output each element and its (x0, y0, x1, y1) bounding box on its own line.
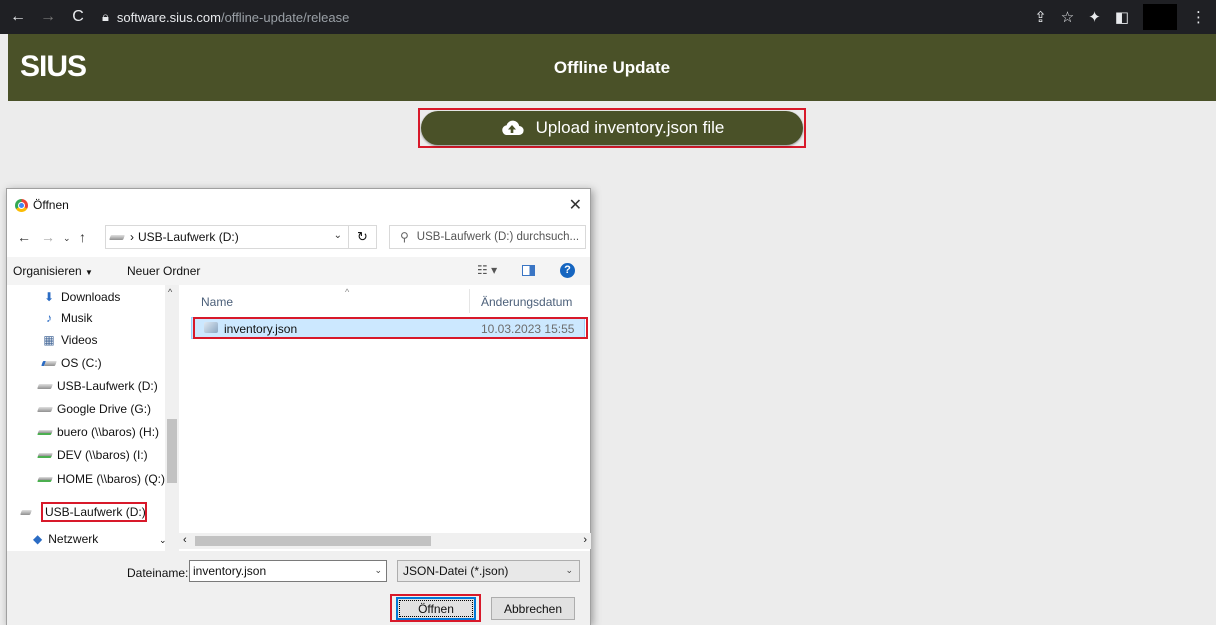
organize-menu[interactable]: Organisieren ▼ (13, 264, 93, 278)
chevron-down-icon[interactable]: ⌄ (334, 230, 342, 241)
reload-icon[interactable]: C (66, 5, 90, 29)
breadcrumb: USB-Laufwerk (D:) (138, 230, 239, 244)
url-path: /offline-update/release (220, 9, 350, 25)
avatar[interactable] (1143, 4, 1177, 30)
search-placeholder: USB-Laufwerk (D:) durchsuch... (416, 231, 580, 243)
preview-pane-icon[interactable] (522, 265, 535, 276)
page-title: Offline Update (553, 58, 671, 77)
file-row-highlight (193, 317, 588, 339)
sidebar-item-buero[interactable]: buero (\\baros) (H:) (37, 422, 159, 442)
dialog-footer: Dateiname: inventory.json ⌄ JSON-Datei (… (7, 551, 590, 625)
sidebar-item-downloads[interactable]: ⬇ Downloads (41, 287, 120, 307)
back-icon[interactable]: ← (17, 229, 31, 245)
filename-label: Dateiname: (127, 566, 189, 580)
filetype-select[interactable]: JSON-Datei (*.json) ⌄ (397, 560, 580, 582)
drive-icon (37, 403, 53, 415)
url-host: software.sius.com (116, 9, 221, 25)
chevron-down-icon[interactable]: ⌄ (565, 565, 573, 576)
menu-dots-icon[interactable]: ⋮ (1191, 8, 1206, 26)
sidebar-item-google-drive[interactable]: Google Drive (G:) (37, 399, 151, 419)
dialog-titlebar: Öffnen ✕ (7, 189, 590, 221)
extensions-puzzle-icon[interactable]: ✦ (1088, 8, 1101, 26)
network-drive-icon (37, 473, 53, 485)
column-name-header[interactable]: Name (201, 295, 233, 309)
search-input[interactable]: ⚲ USB-Laufwerk (D:) durchsuch... (389, 225, 586, 249)
side-panel-icon[interactable]: ◧ (1115, 8, 1129, 26)
upload-button-label: Upload inventory.json file (535, 118, 725, 137)
view-options-icon[interactable]: ☷ ▾ (477, 263, 497, 277)
forward-icon[interactable]: → (36, 5, 60, 29)
music-icon: ♪ (46, 311, 52, 325)
new-folder-button[interactable]: Neuer Ordner (127, 264, 200, 278)
selected-nav-highlight (41, 502, 147, 522)
sidebar-item-dev[interactable]: DEV (\\baros) (I:) (37, 445, 148, 465)
drive-icon (41, 357, 57, 369)
column-divider[interactable] (469, 289, 470, 313)
chevron-down-icon[interactable]: ⌄ (159, 535, 167, 546)
close-icon[interactable]: ✕ (569, 195, 582, 215)
upload-button[interactable]: Upload inventory.json file (421, 111, 803, 145)
scrollbar-thumb[interactable] (195, 536, 431, 546)
refresh-button[interactable]: ↻ (349, 225, 377, 249)
chevron-left-icon[interactable]: ‹ (183, 534, 187, 546)
scrollbar-thumb[interactable] (167, 419, 177, 483)
sidebar-item-netzwerk[interactable]: ◆ Netzwerk (33, 532, 98, 546)
sidebar-item-usb-d[interactable]: USB-Laufwerk (D:) (37, 376, 158, 396)
refresh-icon: ↻ (357, 229, 368, 244)
sidebar-item-videos[interactable]: ▦ Videos (41, 330, 97, 350)
forward-icon[interactable]: → (41, 229, 55, 245)
chevron-down-icon[interactable]: ⌄ (374, 565, 382, 576)
column-date-header[interactable]: Änderungsdatum (481, 295, 572, 309)
sidebar-item-os-c[interactable]: OS (C:) (41, 353, 102, 373)
breadcrumb-separator-icon: › (130, 230, 134, 244)
drive-icon (20, 509, 32, 515)
share-icon[interactable]: ⇪ (1034, 8, 1047, 26)
lock-icon: 🔒︎ (102, 9, 109, 24)
sidebar-item-musik[interactable]: ♪ Musik (41, 308, 92, 328)
folder-address-field[interactable]: › USB-Laufwerk (D:) ⌄ (105, 225, 349, 249)
filetype-value: JSON-Datei (*.json) (403, 564, 509, 578)
horizontal-scrollbar[interactable]: ‹ › (179, 533, 591, 549)
drive-icon (109, 234, 125, 240)
file-open-dialog: Öffnen ✕ ← → ⌄ ↑ › USB-Laufwerk (D:) ⌄ ↻… (6, 188, 591, 625)
app-header: SIUS Offline Update (8, 34, 1216, 101)
nav-scrollbar[interactable]: ^ (165, 285, 179, 557)
cloud-upload-icon (501, 120, 524, 136)
bookmark-star-icon[interactable]: ☆ (1061, 8, 1074, 26)
download-icon: ⬇ (43, 290, 55, 304)
chevron-up-icon[interactable]: ^ (168, 287, 172, 297)
network-drive-icon (37, 449, 53, 461)
dialog-title: Öffnen (33, 198, 69, 212)
sort-caret-icon: ^ (345, 287, 350, 297)
address-row: ← → ⌄ ↑ › USB-Laufwerk (D:) ⌄ ↻ ⚲ USB-La… (7, 221, 590, 253)
back-icon[interactable]: ← (6, 5, 30, 29)
address-bar[interactable]: 🔒︎ software.sius.com/offline-update/rele… (102, 5, 662, 29)
chevron-right-icon[interactable]: › (583, 534, 587, 546)
filename-field[interactable]: inventory.json ⌄ (189, 560, 387, 582)
dialog-toolbar: Organisieren ▼ Neuer Ordner ☷ ▾ ? (7, 257, 590, 285)
file-list-header: Name ^ Änderungsdatum (197, 287, 591, 313)
up-arrow-icon[interactable]: ↑ (79, 229, 86, 245)
cancel-button[interactable]: Abbrechen (491, 597, 575, 620)
search-icon: ⚲ (400, 230, 409, 244)
drive-icon (37, 380, 53, 392)
browser-toolbar: ← → C 🔒︎ software.sius.com/offline-updat… (0, 0, 1216, 34)
sidebar-item-home[interactable]: HOME (\\baros) (Q:) (37, 469, 165, 489)
network-icon: ◆ (33, 532, 43, 546)
network-drive-icon (37, 426, 53, 438)
filename-value: inventory.json (193, 564, 267, 578)
help-icon[interactable]: ? (560, 263, 575, 278)
open-button[interactable]: Öffnen (396, 597, 476, 620)
chrome-icon (15, 199, 28, 212)
chevron-down-icon[interactable]: ⌄ (63, 233, 71, 244)
video-icon: ▦ (43, 333, 55, 347)
